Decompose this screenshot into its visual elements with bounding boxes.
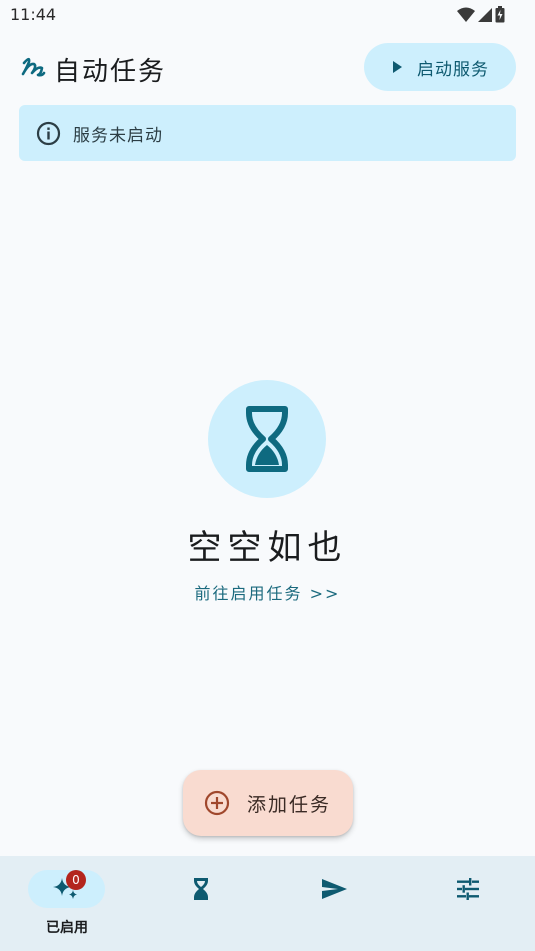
send-icon bbox=[322, 879, 347, 899]
nav-item-send[interactable] bbox=[267, 856, 401, 951]
battery-icon bbox=[495, 6, 505, 23]
empty-state-illustration bbox=[208, 380, 326, 498]
signal-icon bbox=[478, 7, 492, 22]
tune-icon bbox=[457, 878, 479, 900]
add-task-button[interactable]: 添加任务 bbox=[183, 770, 353, 836]
status-bar: 11:44 bbox=[0, 0, 535, 30]
squiggle-logo-icon bbox=[21, 57, 46, 77]
empty-state-title: 空空如也 bbox=[187, 528, 348, 568]
nav-item-enabled[interactable]: 0 已启用 bbox=[0, 856, 134, 951]
wifi-icon bbox=[457, 7, 475, 22]
go-enable-tasks-link[interactable]: 前往启用任务 >> bbox=[0, 580, 535, 604]
nav-item-label: 已启用 bbox=[46, 920, 88, 936]
service-status-banner: 服务未启动 bbox=[19, 105, 516, 161]
status-icons bbox=[457, 6, 505, 23]
play-icon bbox=[393, 61, 402, 73]
bottom-navigation: 0 已启用 bbox=[0, 856, 535, 951]
status-time: 11:44 bbox=[10, 5, 57, 24]
service-status-text: 服务未启动 bbox=[73, 125, 163, 146]
enabled-count-badge: 0 bbox=[66, 870, 86, 890]
start-service-label: 启动服务 bbox=[417, 59, 489, 80]
hourglass-icon bbox=[246, 406, 288, 472]
screen: 11:44 自动任务 启动服务 服务未启动 空空如也 前往启用任务 >> 添加任… bbox=[0, 0, 535, 951]
page-title: 自动任务 bbox=[54, 57, 167, 87]
add-circle-icon bbox=[204, 790, 230, 816]
app-bar: 自动任务 启动服务 bbox=[0, 40, 535, 96]
add-task-label: 添加任务 bbox=[247, 793, 332, 816]
info-icon bbox=[36, 121, 61, 145]
nav-item-settings[interactable] bbox=[401, 856, 535, 951]
start-service-button[interactable]: 启动服务 bbox=[364, 43, 516, 91]
hourglass-icon bbox=[194, 878, 208, 900]
nav-item-scheduled[interactable] bbox=[134, 856, 268, 951]
